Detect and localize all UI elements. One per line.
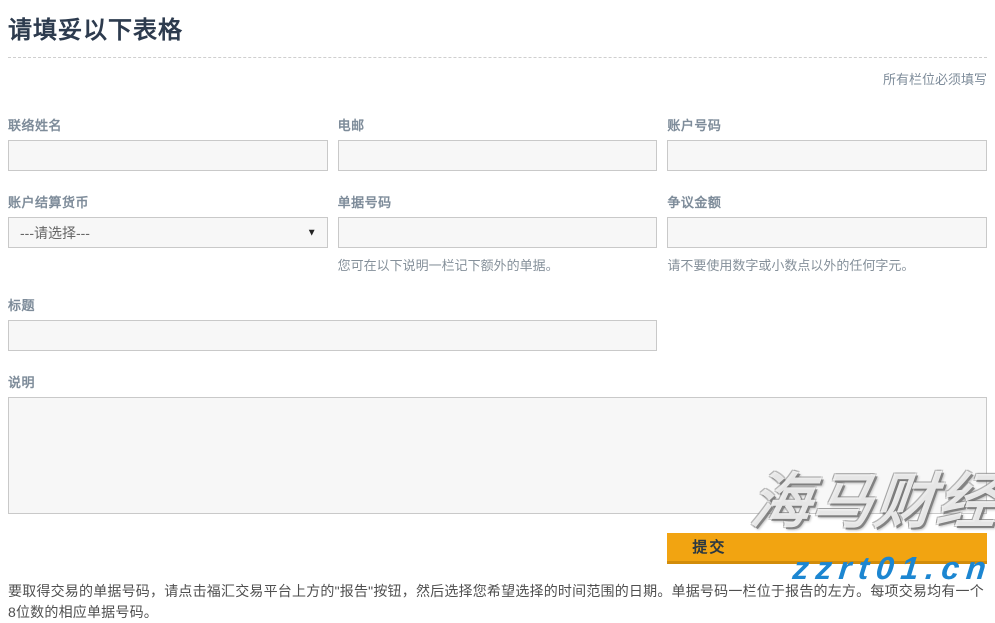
currency-label: 账户结算货币 — [8, 192, 328, 211]
caret-down-icon: ▼ — [307, 227, 317, 238]
currency-select[interactable]: ---请选择--- ▼ — [8, 217, 328, 248]
account-number-input[interactable] — [667, 140, 987, 171]
field-ticket-number: 单据号码 您可在以下说明一栏记下额外的单据。 — [338, 192, 658, 274]
description-textarea[interactable] — [8, 397, 987, 514]
form-page: 请填妥以下表格 所有栏位必须填写 联络姓名 电邮 账户号码 账户结算货币 ---… — [0, 0, 995, 623]
ticket-number-input[interactable] — [338, 217, 658, 248]
dispute-amount-input[interactable] — [667, 217, 987, 248]
account-number-label: 账户号码 — [667, 115, 987, 134]
support-form: 联络姓名 电邮 账户号码 账户结算货币 ---请选择--- ▼ 单据号码 您可在… — [8, 94, 987, 564]
email-input[interactable] — [338, 140, 658, 171]
page-title: 请填妥以下表格 — [8, 8, 987, 58]
dispute-amount-label: 争议金额 — [667, 192, 987, 211]
dispute-amount-help: 请不要使用数字或小数点以外的任何字元。 — [667, 255, 987, 274]
field-email: 电邮 — [338, 115, 658, 171]
field-dispute-amount: 争议金额 请不要使用数字或小数点以外的任何字元。 — [667, 192, 987, 274]
required-fields-note: 所有栏位必须填写 — [8, 69, 987, 88]
field-description: 说明 — [8, 372, 987, 514]
field-account-number: 账户号码 — [667, 115, 987, 171]
contact-name-input[interactable] — [8, 140, 328, 171]
submit-row: 提交 — [667, 533, 987, 564]
submit-button[interactable]: 提交 — [667, 533, 987, 564]
subject-input[interactable] — [8, 320, 657, 351]
description-label: 说明 — [8, 372, 987, 391]
ticket-number-label: 单据号码 — [338, 192, 658, 211]
subject-label: 标题 — [8, 295, 657, 314]
field-contact-name: 联络姓名 — [8, 115, 328, 171]
ticket-number-help: 您可在以下说明一栏记下额外的单据。 — [338, 255, 658, 274]
field-subject: 标题 — [8, 295, 657, 351]
email-label: 电邮 — [338, 115, 658, 134]
currency-selected-value: ---请选择--- — [20, 223, 90, 243]
contact-name-label: 联络姓名 — [8, 115, 328, 134]
footer-instructions: 要取得交易的单据号码，请点击福汇交易平台上方的"报告"按钮，然后选择您希望选择的… — [8, 581, 987, 623]
field-currency: 账户结算货币 ---请选择--- ▼ — [8, 192, 328, 274]
